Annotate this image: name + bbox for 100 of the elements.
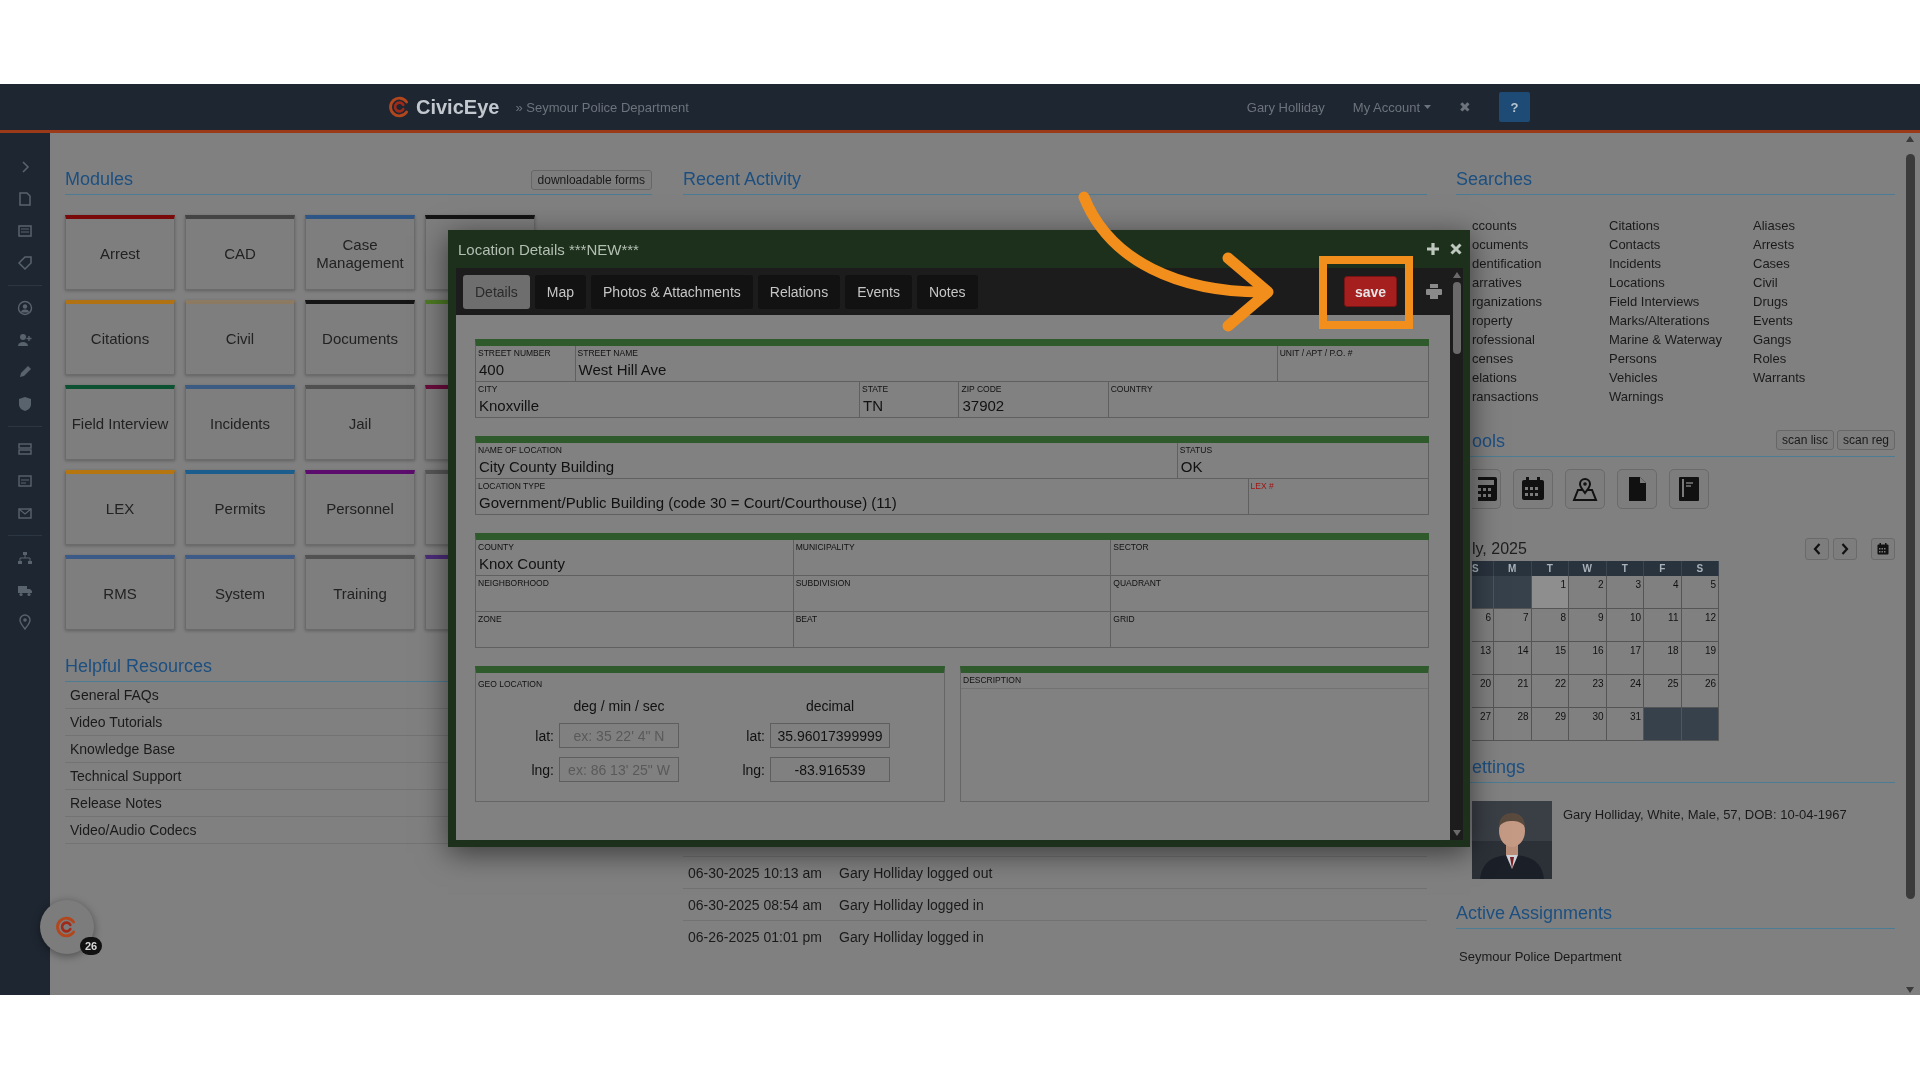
server-icon[interactable] bbox=[17, 441, 33, 457]
module-tile[interactable]: Personnel bbox=[305, 470, 415, 545]
calendar-view-button[interactable] bbox=[1871, 538, 1895, 560]
form-field[interactable]: BEAT bbox=[793, 612, 1112, 648]
calendar-day[interactable]: 17 bbox=[1606, 642, 1644, 675]
calendar-day[interactable]: 22 bbox=[1531, 675, 1569, 708]
module-tile[interactable]: Documents bbox=[305, 300, 415, 375]
calendar-day[interactable]: 12 bbox=[1681, 609, 1719, 642]
calendar-day[interactable]: 15 bbox=[1531, 642, 1569, 675]
calendar-day[interactable]: 27 bbox=[1472, 708, 1494, 741]
form-field[interactable]: GRID bbox=[1111, 612, 1429, 648]
save-button[interactable]: save bbox=[1344, 276, 1397, 307]
downloadable-forms-button[interactable]: downloadable forms bbox=[530, 170, 652, 190]
module-tile[interactable]: Jail bbox=[305, 385, 415, 460]
module-tile[interactable]: Field Interview bbox=[65, 385, 175, 460]
add-button[interactable] bbox=[1426, 242, 1440, 256]
calendar-day[interactable]: 13 bbox=[1472, 642, 1494, 675]
tab[interactable]: Map bbox=[534, 274, 587, 309]
calendar-day[interactable]: 21 bbox=[1494, 675, 1532, 708]
module-tile[interactable]: Citations bbox=[65, 300, 175, 375]
calendar-day[interactable]: 24 bbox=[1606, 675, 1644, 708]
module-tile[interactable]: Case Management bbox=[305, 215, 415, 290]
calendar-day[interactable]: 25 bbox=[1644, 675, 1682, 708]
document-icon[interactable] bbox=[17, 191, 33, 207]
search-link[interactable]: roperty bbox=[1472, 311, 1609, 330]
scroll-down-icon[interactable] bbox=[1452, 830, 1461, 836]
calendar-day[interactable]: 23 bbox=[1569, 675, 1607, 708]
tab[interactable]: Relations bbox=[757, 274, 841, 309]
module-tile[interactable]: Permits bbox=[185, 470, 295, 545]
input-field[interactable]: -83.916539 bbox=[770, 757, 890, 782]
calculator-tool-button[interactable] bbox=[1472, 469, 1501, 509]
calendar-day[interactable]: 30 bbox=[1569, 708, 1607, 741]
user-circle-icon[interactable] bbox=[17, 300, 33, 316]
search-link[interactable]: Citations bbox=[1609, 216, 1753, 235]
calendar-tool-button[interactable] bbox=[1513, 469, 1553, 509]
search-link[interactable]: Marine & Waterway bbox=[1609, 330, 1753, 349]
mail-icon[interactable] bbox=[17, 505, 33, 521]
account-menu[interactable]: My Account bbox=[1352, 99, 1431, 115]
search-link[interactable]: rganizations bbox=[1472, 292, 1609, 311]
form-field[interactable]: COUNTY Knox County bbox=[476, 540, 794, 576]
module-tile[interactable]: Civil bbox=[185, 300, 295, 375]
module-tile[interactable]: Incidents bbox=[185, 385, 295, 460]
search-link[interactable]: Persons bbox=[1609, 349, 1753, 368]
add-person-icon[interactable] bbox=[17, 332, 33, 348]
module-tile[interactable]: CAD bbox=[185, 215, 295, 290]
calendar-day[interactable]: 10 bbox=[1606, 609, 1644, 642]
calendar-day[interactable]: 8 bbox=[1531, 609, 1569, 642]
book-tool-button[interactable] bbox=[1669, 469, 1709, 509]
calendar-day[interactable]: 29 bbox=[1531, 708, 1569, 741]
search-link[interactable]: Aliases bbox=[1753, 216, 1895, 235]
search-link[interactable]: Marks/Alterations bbox=[1609, 311, 1753, 330]
calendar-day[interactable]: 9 bbox=[1569, 609, 1607, 642]
tab[interactable]: Details bbox=[463, 274, 530, 309]
tab[interactable]: Events bbox=[845, 274, 912, 309]
form-field[interactable]: NAME OF LOCATION City County Building bbox=[476, 443, 1178, 479]
search-link[interactable]: Cases bbox=[1753, 254, 1895, 273]
tab[interactable]: Photos & Attachments bbox=[591, 274, 753, 309]
print-icon[interactable] bbox=[1426, 284, 1442, 299]
map-pin-tool-button[interactable] bbox=[1565, 469, 1605, 509]
previous-month-button[interactable] bbox=[1805, 538, 1829, 560]
form-field[interactable]: STREET NUMBER 400 bbox=[476, 346, 576, 382]
app-logo-text[interactable]: CivicEye bbox=[416, 95, 500, 119]
calendar-day[interactable]: 4 bbox=[1644, 576, 1682, 609]
search-link[interactable]: Civil bbox=[1753, 273, 1895, 292]
search-link[interactable]: Contacts bbox=[1609, 235, 1753, 254]
help-button[interactable]: ? bbox=[1499, 92, 1530, 122]
tab[interactable]: Notes bbox=[916, 274, 978, 309]
description-field[interactable]: DESCRIPTION bbox=[960, 666, 1429, 802]
calendar-day[interactable]: 18 bbox=[1644, 642, 1682, 675]
search-link[interactable]: Vehicles bbox=[1609, 368, 1753, 387]
search-link[interactable]: Warrants bbox=[1753, 368, 1895, 387]
search-link[interactable]: dentification bbox=[1472, 254, 1609, 273]
scroll-thumb[interactable] bbox=[1905, 154, 1915, 899]
form-field[interactable]: COUNTRY bbox=[1108, 382, 1429, 418]
map-pin-icon[interactable] bbox=[17, 614, 33, 630]
form-field[interactable]: CITY Knoxville bbox=[476, 382, 860, 418]
form-field[interactable]: SECTOR bbox=[1111, 540, 1429, 576]
calendar-day[interactable]: 2 bbox=[1569, 576, 1607, 609]
close-button[interactable] bbox=[1450, 243, 1462, 255]
scroll-up-icon[interactable] bbox=[1452, 272, 1461, 278]
calendar-day[interactable]: 20 bbox=[1472, 675, 1494, 708]
search-link[interactable]: Locations bbox=[1609, 273, 1753, 292]
search-link[interactable]: Roles bbox=[1753, 349, 1895, 368]
next-month-button[interactable] bbox=[1833, 538, 1857, 560]
form-field[interactable]: SUBDIVISION bbox=[793, 576, 1112, 612]
input-field[interactable]: 35.96017399999 bbox=[770, 723, 890, 748]
search-link[interactable]: elations bbox=[1472, 368, 1609, 387]
search-link[interactable]: arratives bbox=[1472, 273, 1609, 292]
shield-icon[interactable] bbox=[17, 396, 33, 412]
search-link[interactable]: ocuments bbox=[1472, 235, 1609, 254]
calendar-day[interactable]: 5 bbox=[1681, 576, 1719, 609]
search-link[interactable]: censes bbox=[1472, 349, 1609, 368]
form-field[interactable]: NEIGHBORHOOD bbox=[476, 576, 794, 612]
search-link[interactable]: Drugs bbox=[1753, 292, 1895, 311]
card-icon[interactable] bbox=[17, 473, 33, 489]
form-field[interactable]: ZONE bbox=[476, 612, 794, 648]
scroll-down-icon[interactable] bbox=[1906, 987, 1914, 993]
search-link[interactable]: Arrests bbox=[1753, 235, 1895, 254]
scroll-up-icon[interactable] bbox=[1906, 136, 1914, 142]
search-link[interactable]: Events bbox=[1753, 311, 1895, 330]
